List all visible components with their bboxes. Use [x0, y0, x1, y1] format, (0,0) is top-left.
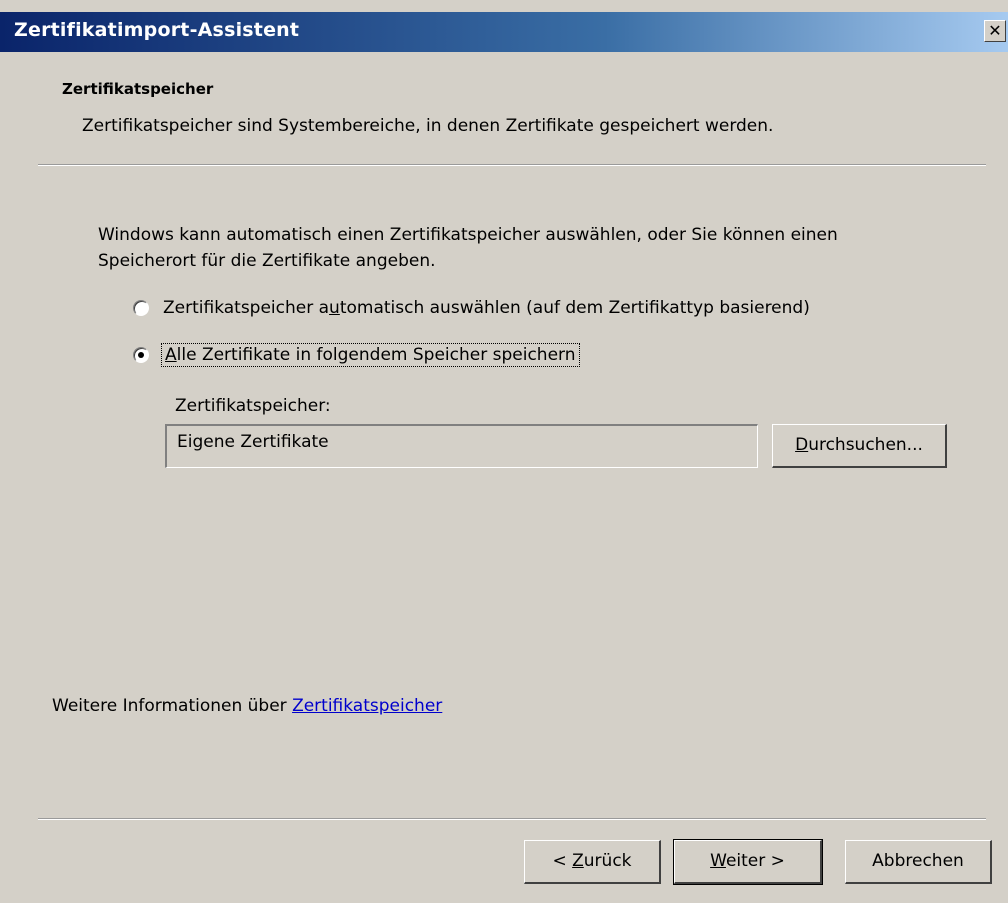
radio-auto-label[interactable]: Zertifikatspeicher automatisch auswählen…	[163, 298, 810, 318]
radio-button-auto[interactable]	[133, 300, 149, 316]
browse-accel: D	[795, 435, 809, 455]
page-title: Zertifikatspeicher	[62, 80, 214, 98]
radio-store-accel: A	[165, 345, 177, 365]
back-button[interactable]: < Zurück	[524, 840, 661, 884]
page-subtitle: Zertifikatspeicher sind Systembereiche, …	[82, 116, 774, 136]
radio-selected-dot	[138, 352, 144, 358]
next-button[interactable]: Weiter >	[673, 839, 823, 885]
store-field: Eigene Zertifikate	[165, 424, 758, 468]
radio-auto-select[interactable]: Zertifikatspeicher automatisch auswählen…	[133, 296, 810, 320]
next-accel: W	[710, 851, 726, 871]
radio-store-label[interactable]: Alle Zertifikate in folgendem Speicher s…	[161, 343, 580, 367]
back-label: urück	[583, 851, 632, 871]
browse-button[interactable]: Durchsuchen...	[772, 424, 947, 468]
title-bar[interactable]: Zertifikatimport-Assistent ✕	[0, 12, 1008, 52]
back-accel: Z	[572, 851, 584, 871]
intro-text: Windows kann automatisch einen Zertifika…	[98, 225, 838, 271]
cancel-button[interactable]: Abbrechen	[845, 840, 992, 884]
header-separator	[38, 164, 986, 166]
more-info-link[interactable]: Zertifikatspeicher	[292, 696, 442, 716]
wizard-window: Zertifikatimport-Assistent ✕ Zertifikats…	[0, 0, 1008, 903]
radio-auto-label-pre: Zertifikatspeicher a	[163, 298, 330, 318]
store-label: Zertifikatspeicher:	[175, 396, 331, 416]
footer-separator	[38, 818, 986, 820]
close-button[interactable]: ✕	[984, 20, 1006, 42]
wizard-header: Zertifikatspeicher Zertifikatspeicher si…	[0, 52, 1008, 164]
window-title: Zertifikatimport-Assistent	[14, 19, 300, 41]
radio-auto-accel: u	[329, 298, 340, 318]
back-prefix: <	[552, 851, 573, 871]
radio-button-store[interactable]	[133, 347, 149, 363]
next-label: eiter >	[725, 851, 785, 871]
radio-auto-label-post: tomatisch auswählen (auf dem Zertifikatt…	[339, 298, 810, 318]
more-info-text: Weitere Informationen über	[52, 696, 293, 716]
more-info: Weitere Informationen über Zertifikatspe…	[52, 696, 442, 716]
close-icon: ✕	[988, 21, 1002, 40]
browse-label: urchsuchen...	[808, 435, 923, 455]
radio-store-all[interactable]: Alle Zertifikate in folgendem Speicher s…	[133, 343, 580, 367]
radio-store-label-post: lle Zertifikate in folgendem Speicher sp…	[176, 345, 576, 365]
